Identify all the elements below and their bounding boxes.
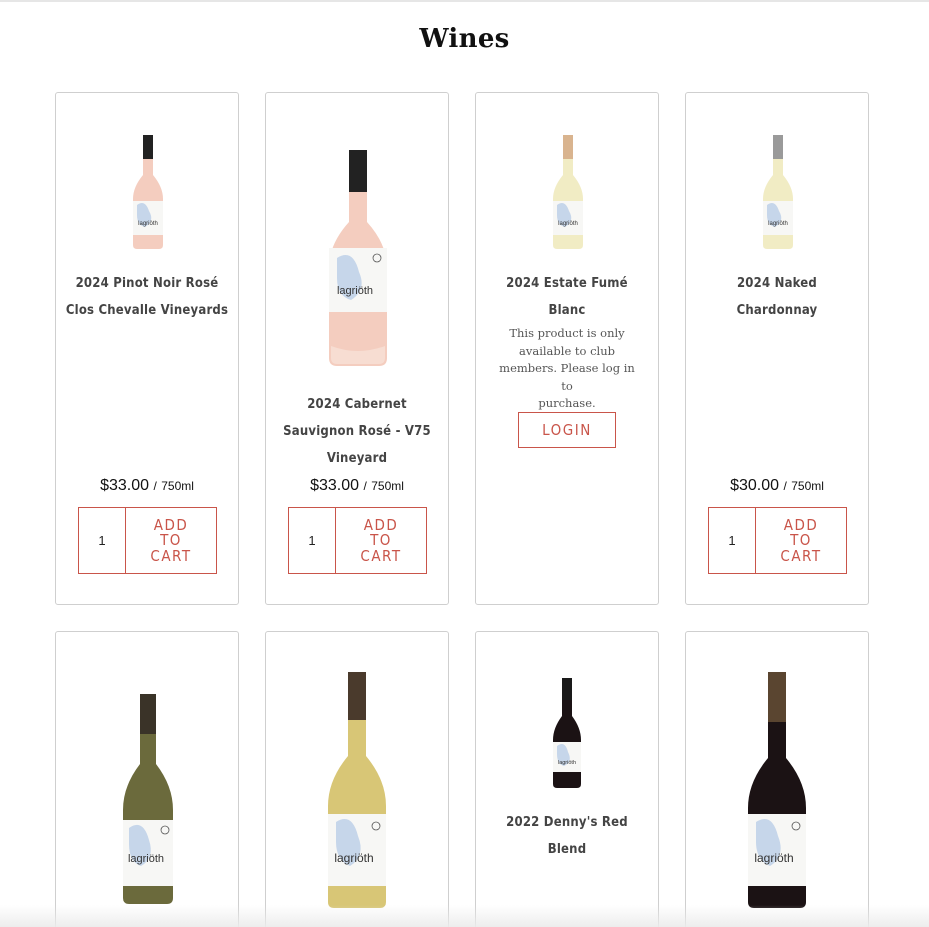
add-to-cart-label: CART [780, 546, 822, 565]
note-line: This product is only [509, 326, 625, 340]
wine-bottle-image[interactable]: lagriöth [119, 694, 177, 906]
product-name[interactable]: 2022 Denny's Red Blend [484, 809, 650, 863]
price: $33.00 / 750ml [266, 477, 448, 495]
price-amount: $33.00 [310, 477, 359, 494]
price-separator: / [363, 479, 367, 493]
price-separator: / [783, 479, 787, 493]
bottle-label-text: lagriöth [337, 285, 373, 297]
wine-bottle-image[interactable]: lagriöth [131, 135, 165, 251]
quantity-input[interactable]: 1 [289, 508, 336, 573]
bottom-fade [0, 905, 929, 927]
bottle-label-text: lagriöth [138, 221, 158, 227]
note-line: purchase. [538, 396, 596, 410]
product-card: lagriöth 2024 Estate Fumé Blanc This pro… [475, 92, 659, 605]
page-title: Wines [419, 24, 510, 54]
product-name-line: Sauvignon Rosé - V75 [283, 424, 431, 439]
product-name-line: 2024 Pinot Noir Rosé [75, 276, 219, 291]
price-separator: / [153, 479, 157, 493]
product-name-line: 2024 Cabernet [307, 397, 407, 412]
bottle-size: 750ml [161, 479, 194, 493]
wine-bottle-image[interactable]: lagriöth [325, 150, 391, 368]
bottle-size: 750ml [371, 479, 404, 493]
members-only-note: This product is only available to club m… [492, 325, 642, 413]
wine-bottle-image[interactable]: lagriöth [744, 672, 810, 910]
note-line: members. Please log in to [499, 361, 635, 393]
bottle-label-text: lagriöth [334, 851, 373, 865]
price-amount: $30.00 [730, 477, 779, 494]
product-name-line: Chardonnay [736, 303, 818, 318]
product-card: lagriöth [55, 631, 239, 927]
product-name-line: Vineyard [326, 451, 388, 466]
bottle-label-text: lagriöth [768, 221, 788, 227]
product-name[interactable]: 2024 Naked Chardonnay [694, 270, 860, 324]
top-divider [0, 0, 929, 2]
product-name-line: 2024 Naked [736, 276, 818, 291]
product-name-line: Blend [547, 842, 587, 857]
product-name-line: 2022 Denny's Red [506, 815, 628, 830]
add-to-cart-button[interactable]: ADD TO CART [756, 508, 846, 573]
bottle-label-text: lagriöth [128, 853, 164, 865]
login-button[interactable]: LOGIN [518, 412, 616, 448]
product-name[interactable]: 2024 Pinot Noir Rosé Clos Chevalle Viney… [64, 270, 230, 324]
price: $30.00 / 750ml [686, 477, 868, 495]
product-card: lagriöth 2024 Cabernet Sauvignon Rosé - … [265, 92, 449, 605]
product-name-line: Clos Chevalle Vineyards [65, 303, 229, 318]
product-name-line: 2024 Estate Fumé [506, 276, 628, 291]
price-amount: $33.00 [100, 477, 149, 494]
price: $33.00 / 750ml [56, 477, 238, 495]
wine-bottle-image[interactable]: lagriöth [551, 678, 583, 790]
add-to-cart-button[interactable]: ADD TO CART [336, 508, 426, 573]
product-card: lagriöth [685, 631, 869, 927]
product-name-line: Blanc [548, 303, 586, 318]
add-to-cart-control: 1 ADD TO CART [288, 507, 427, 574]
product-card: lagriöth 2022 Denny's Red Blend [475, 631, 659, 927]
add-to-cart-label: CART [360, 546, 402, 565]
product-card: lagriöth 2024 Naked Chardonnay $30.00 / … [685, 92, 869, 605]
add-to-cart-button[interactable]: ADD TO CART [126, 508, 216, 573]
quantity-input[interactable]: 1 [79, 508, 126, 573]
quantity-input[interactable]: 1 [709, 508, 756, 573]
product-name[interactable]: 2024 Cabernet Sauvignon Rosé - V75 Viney… [274, 391, 440, 472]
wine-bottle-image[interactable]: lagriöth [324, 672, 390, 910]
bottle-size: 750ml [791, 479, 824, 493]
product-card: lagriöth [265, 631, 449, 927]
add-to-cart-control: 1 ADD TO CART [708, 507, 847, 574]
wine-bottle-image[interactable]: lagriöth [551, 135, 585, 251]
product-card: lagriöth 2024 Pinot Noir Rosé Clos Cheva… [55, 92, 239, 605]
bottle-label-text: lagriöth [558, 760, 576, 766]
add-to-cart-control: 1 ADD TO CART [78, 507, 217, 574]
add-to-cart-label: CART [150, 546, 192, 565]
bottle-label-text: lagriöth [754, 851, 793, 865]
note-line: available to club [518, 343, 615, 358]
wine-bottle-image[interactable]: lagriöth [761, 135, 795, 251]
bottle-label-text: lagriöth [558, 221, 578, 227]
product-name[interactable]: 2024 Estate Fumé Blanc [484, 270, 650, 324]
